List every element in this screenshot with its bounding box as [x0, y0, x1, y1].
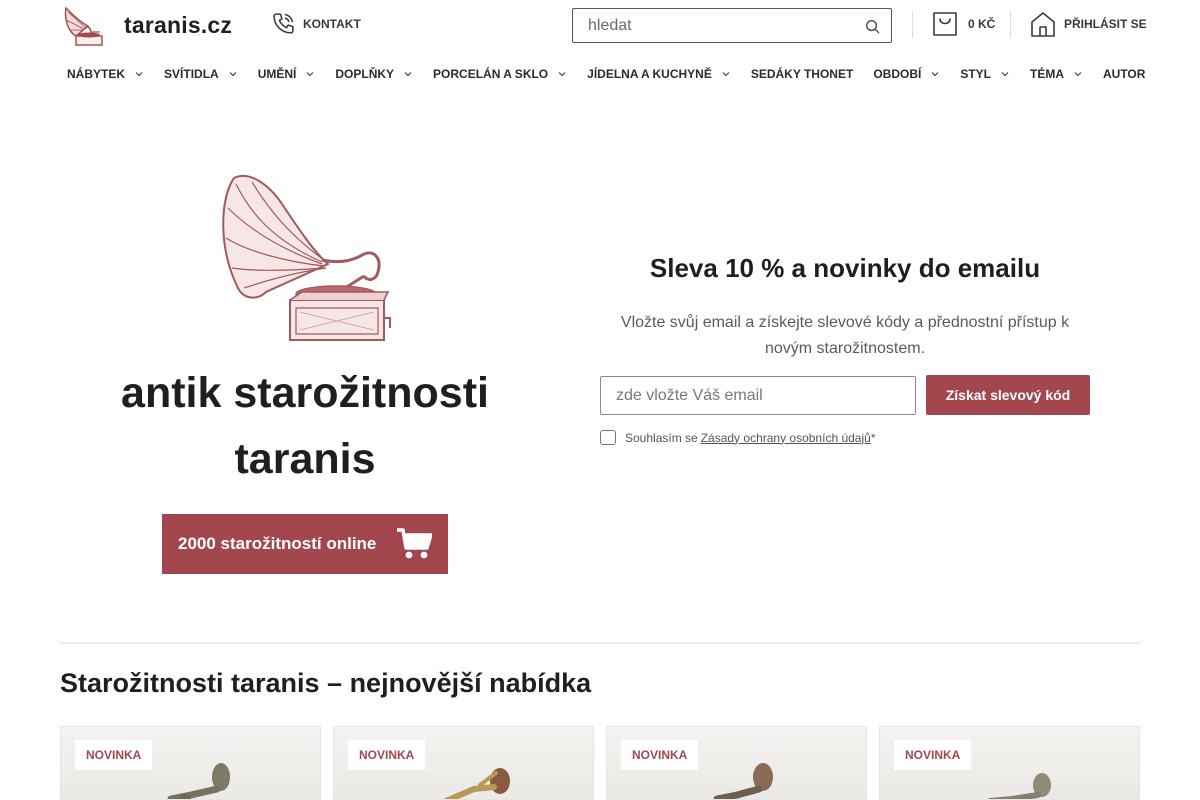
gramophone-logo-icon — [64, 6, 103, 46]
section-divider — [60, 642, 1140, 644]
site-name: taranis.cz — [124, 11, 233, 38]
chevron-down-icon — [404, 72, 412, 77]
shopping-cart-icon — [397, 528, 432, 559]
newsletter-title: Sleva 10 % a novinky do emailu — [649, 253, 1041, 283]
browse-antiques-button[interactable]: 2000 starožitností online — [162, 514, 448, 574]
nav-item-label: OBDOBÍ — [873, 67, 922, 81]
new-badge: NOVINKA — [621, 740, 699, 770]
product-card[interactable]: NOVINKA — [879, 726, 1140, 800]
nav-item-autor[interactable]: AUTOR — [1093, 64, 1155, 84]
new-badge: NOVINKA — [75, 740, 153, 770]
hero-title: antik starožitnosti taranis — [60, 360, 550, 492]
site-logo[interactable]: taranis.cz — [62, 2, 232, 48]
hero-title-line: antik starožitnosti — [121, 369, 489, 417]
search-box — [572, 8, 892, 43]
gramophone-illustration — [222, 174, 391, 341]
product-card[interactable]: NOVINKA — [60, 726, 321, 800]
cart-link[interactable]: 0 KČ — [932, 10, 995, 38]
chevron-down-icon — [1001, 72, 1009, 77]
home-icon — [1031, 12, 1055, 37]
header-divider — [1010, 11, 1011, 38]
login-link[interactable]: PŘIHLÁSIT SE — [1030, 10, 1147, 38]
nav-item-label: DOPLŇKY — [335, 67, 395, 81]
new-badge: NOVINKA — [348, 740, 426, 770]
nav-item-label: JÍDELNA A KUCHYNĚ — [587, 67, 712, 81]
nav-item-label: SEDÁKY THONET — [750, 67, 854, 81]
chevron-down-icon — [931, 72, 939, 77]
nav-item-obdobi[interactable]: OBDOBÍ — [863, 64, 950, 84]
site-header: taranis.cz KONTAKT 0 KČ PŘIHLÁSIT SE — [0, 0, 1200, 100]
email-field[interactable] — [600, 376, 916, 415]
chevron-down-icon — [135, 72, 143, 77]
nav-item-tema[interactable]: TÉMA — [1020, 64, 1093, 84]
nav-item-label: SVÍTIDLA — [164, 67, 219, 81]
product-image — [167, 763, 230, 799]
chevron-down-icon — [229, 72, 237, 77]
nav-item-svitidla[interactable]: SVÍTIDLA — [154, 64, 248, 84]
nav-item-label: AUTOR — [1102, 67, 1146, 81]
cart-total: 0 KČ — [968, 17, 996, 31]
phone-icon — [273, 13, 294, 34]
hero-title-line: taranis — [234, 435, 376, 483]
contact-label: KONTAKT — [303, 16, 361, 31]
required-marker: * — [870, 430, 876, 445]
consent-checkbox[interactable] — [600, 430, 616, 445]
product-image — [713, 763, 773, 799]
header-divider — [912, 11, 913, 38]
section-title: Starožitnosti taranis – nejnovější nabíd… — [60, 668, 592, 698]
contact-link[interactable]: KONTAKT — [271, 11, 361, 36]
main-navigation: NÁBYTEK SVÍTIDLA UMĚNÍ DOPLŇKY PORCELÁN … — [57, 64, 1155, 84]
get-discount-button[interactable]: Získat slevový kód — [926, 375, 1090, 415]
browse-antiques-label: 2000 starožitností online — [178, 534, 377, 553]
nav-item-label: STYL — [960, 67, 991, 81]
nav-item-label: TÉMA — [1029, 67, 1064, 81]
nav-item-jidelna-a-kuchyne[interactable]: JÍDELNA A KUCHYNĚ — [577, 64, 741, 84]
privacy-consent: Souhlasím se Zásady ochrany osobních úda… — [600, 430, 875, 445]
newsletter-description: Vložte svůj email a získejte slevové kód… — [620, 314, 1070, 357]
nav-item-label: PORCELÁN A SKLO — [433, 67, 549, 81]
nav-item-sedaky-thonet[interactable]: SEDÁKY THONET — [741, 64, 863, 84]
product-card[interactable]: NOVINKA — [606, 726, 867, 800]
product-card[interactable]: NOVINKA — [333, 726, 594, 800]
product-image — [987, 773, 1051, 799]
chevron-down-icon — [1074, 72, 1082, 77]
privacy-policy-link[interactable]: Zásady ochrany osobních údajů — [701, 431, 871, 445]
login-label: PŘIHLÁSIT SE — [1064, 17, 1147, 31]
shopping-bag-icon — [933, 12, 957, 36]
nav-item-label: NÁBYTEK — [67, 67, 126, 81]
chevron-down-icon — [306, 72, 314, 77]
nav-item-styl[interactable]: STYL — [950, 64, 1020, 84]
new-badge: NOVINKA — [894, 740, 972, 770]
nav-item-doplnky[interactable]: DOPLŇKY — [325, 64, 423, 84]
nav-item-nabytek[interactable]: NÁBYTEK — [57, 64, 154, 84]
chevron-down-icon — [722, 72, 730, 77]
nav-item-umeni[interactable]: UMĚNÍ — [248, 64, 326, 84]
product-image — [443, 768, 510, 799]
nav-item-porcelan-a-sklo[interactable]: PORCELÁN A SKLO — [423, 64, 577, 84]
consent-text: Souhlasím se — [625, 430, 698, 445]
nav-item-label: UMĚNÍ — [257, 67, 297, 81]
search-icon[interactable] — [865, 19, 880, 34]
chevron-down-icon — [558, 72, 566, 77]
search-input[interactable] — [573, 9, 853, 42]
